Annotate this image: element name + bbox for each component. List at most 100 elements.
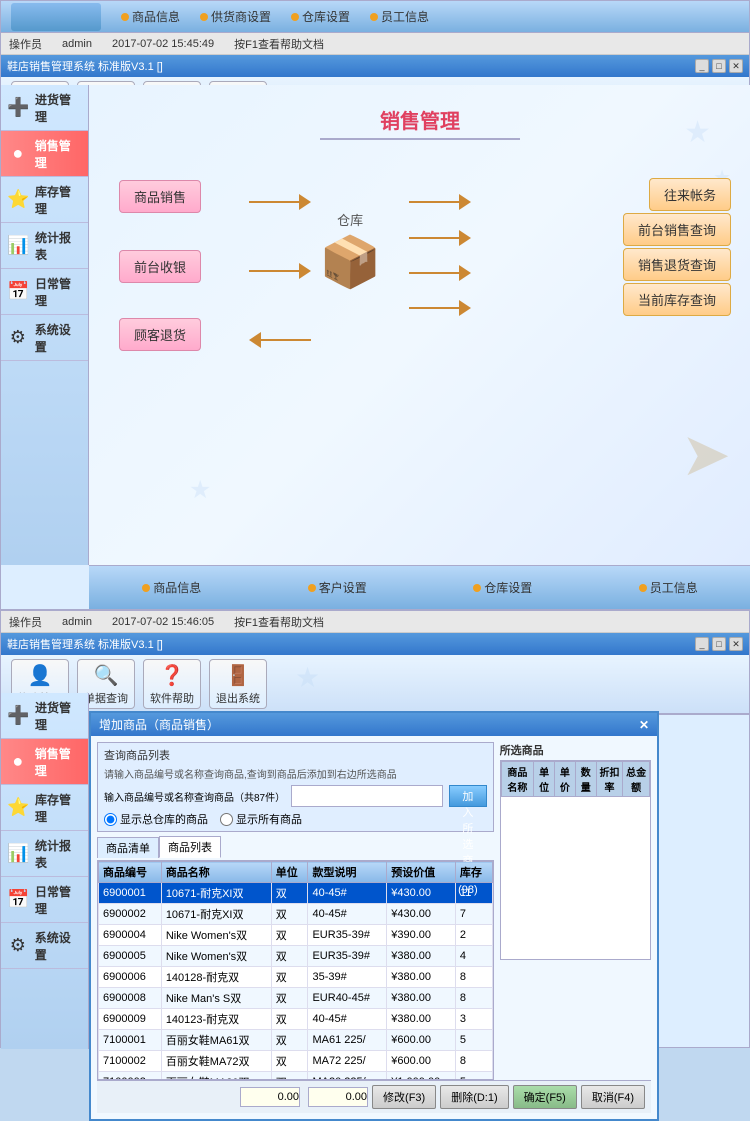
- radio-all-products[interactable]: 显示所有商品: [220, 811, 302, 827]
- maximize-btn2[interactable]: □: [712, 637, 726, 651]
- arrow-right5: [459, 230, 471, 246]
- star-icon: ⭐: [7, 189, 29, 210]
- table-row[interactable]: 690000210671-耐克XI双双40-45#¥430.007: [99, 904, 493, 925]
- status-bar2: 操作员 admin 2017-07-02 15:46:05 按F1查看帮助文档: [1, 611, 749, 633]
- star-deco4: ★: [295, 661, 320, 694]
- operator-label: 操作员: [9, 36, 42, 52]
- query-hint: 请输入商品编号或名称查询商品,查询到商品后添加到右边所选商品: [104, 766, 487, 781]
- sidebar-item-settings[interactable]: ⚙ 系统设置: [1, 315, 88, 361]
- minimize-btn1[interactable]: _: [695, 59, 709, 73]
- table-row[interactable]: 7100001百丽女鞋MA61双双MA61 225/¥600.005: [99, 1030, 493, 1051]
- arrow-right1: [299, 194, 311, 210]
- circle-icon: ●: [7, 143, 29, 164]
- table-row[interactable]: 6900005Nike Women's双双EUR35-39#¥380.004: [99, 946, 493, 967]
- product-table-container[interactable]: 商品编号 商品名称 单位 款型说明 预设价值 库存 690000110671-耐…: [97, 860, 494, 1080]
- left-panel: 查询商品列表 请输入商品编号或名称查询商品,查询到商品后添加到右边所选商品 输入…: [97, 742, 494, 1080]
- bottom-nav-warehouse[interactable]: 仓库设置: [473, 579, 532, 596]
- arrow1: [249, 194, 311, 210]
- table-row[interactable]: 7100002百丽女鞋MA72双双MA72 225/¥600.008: [99, 1051, 493, 1072]
- sidebar2-inventory[interactable]: ➕ 进货管理: [1, 693, 88, 739]
- sidebar2-sales[interactable]: ● 销售管理: [1, 739, 88, 785]
- add-icon2: ➕: [7, 705, 29, 726]
- sidebar2-report[interactable]: 📊 统计报表: [1, 831, 88, 877]
- return-box[interactable]: 顾客退货: [119, 318, 201, 351]
- warehouse-label: 仓库: [337, 210, 363, 229]
- tab-product-list[interactable]: 商品列表: [159, 836, 221, 858]
- window-controls1: _ □ ✕: [695, 59, 743, 73]
- window1: 商品信息 供货商设置 仓库设置 员工信息 操作员 admin 2017-07-0…: [0, 0, 750, 610]
- add-selected-btn[interactable]: 加入所选商品(98): [449, 785, 487, 807]
- table-row[interactable]: 6900006140128-耐克双双35-39#¥380.008: [99, 967, 493, 988]
- radio-row: 显示总仓库的商品 显示所有商品: [104, 811, 487, 827]
- arrow-right6: [459, 265, 471, 281]
- footer-input1[interactable]: 0.00: [240, 1087, 300, 1107]
- modal-close-btn[interactable]: ✕: [639, 718, 649, 732]
- radio2-input[interactable]: [220, 813, 233, 826]
- cancel-btn[interactable]: 取消(F4): [581, 1085, 645, 1109]
- sales-mgmt-title: 销售管理: [89, 105, 750, 134]
- delete-btn[interactable]: 删除(D:1): [440, 1085, 508, 1109]
- bottom-nav-product[interactable]: 商品信息: [142, 579, 201, 596]
- minimize-btn2[interactable]: _: [695, 637, 709, 651]
- sales-return-query-box[interactable]: 销售退货查询: [623, 248, 731, 281]
- close-btn1[interactable]: ✕: [729, 59, 743, 73]
- sidebar-item-inventory[interactable]: ➕ 进货管理: [1, 85, 88, 131]
- edit-btn[interactable]: 修改(F3): [372, 1085, 436, 1109]
- search-input[interactable]: [291, 785, 443, 807]
- sidebar-item-daily[interactable]: 📅 日常管理: [1, 269, 88, 315]
- arrow-right4: [459, 194, 471, 210]
- top-nav: 商品信息 供货商设置 仓库设置 员工信息: [1, 1, 749, 33]
- toolbar2: 👤 执班管理 🔍 单据查询 ❓ 软件帮助 🚪 退出系统 ★: [1, 655, 749, 715]
- gear-icon: ⚙: [7, 327, 29, 348]
- table-row[interactable]: 7100003百丽女鞋MA20双双MA20 225/¥1,000.005: [99, 1072, 493, 1081]
- search-label: 输入商品编号或名称查询商品（共87件）: [104, 789, 285, 804]
- exit-btn2[interactable]: 🚪 退出系统: [209, 659, 267, 709]
- query-section: 查询商品列表 请输入商品编号或名称查询商品,查询到商品后添加到右边所选商品 输入…: [97, 742, 494, 832]
- table-row[interactable]: 6900004Nike Women's双双EUR35-39#¥390.002: [99, 925, 493, 946]
- tab-inventory-list[interactable]: 商品清单: [97, 837, 159, 858]
- accounts-box[interactable]: 往来帐务: [649, 178, 731, 211]
- nav-item-warehouse[interactable]: 仓库设置: [291, 8, 350, 25]
- nav-item-product[interactable]: 商品信息: [121, 8, 180, 25]
- bg-star1: ★: [684, 115, 711, 150]
- sidebar1: ➕ 进货管理 ● 销售管理 ⭐ 库存管理 📊 统计报表 📅 日常管理 ⚙ 系统设…: [1, 85, 89, 565]
- th-type: 款型说明: [308, 862, 387, 883]
- sidebar-item-sales[interactable]: ● 销售管理: [1, 131, 88, 177]
- confirm-btn[interactable]: 确定(F5): [513, 1085, 577, 1109]
- product-table-body: 690000110671-耐克XI双双40-45#¥430.0011690000…: [99, 883, 493, 1081]
- sidebar2-daily[interactable]: 📅 日常管理: [1, 877, 88, 923]
- modal-title-text: 增加商品（商品销售）: [99, 716, 219, 733]
- window-title2: 鞋店销售管理系统 标准版V3.1 []: [7, 636, 163, 652]
- radio1-input[interactable]: [104, 813, 117, 826]
- radio-total-warehouse[interactable]: 显示总仓库的商品: [104, 811, 208, 827]
- bottom-nav1: 商品信息 客户设置 仓库设置 员工信息: [89, 565, 750, 609]
- table-row[interactable]: 690000110671-耐克XI双双40-45#¥430.0011: [99, 883, 493, 904]
- sidebar2-stock[interactable]: ⭐ 库存管理: [1, 785, 88, 831]
- right-header-row: 商品名称 单位 单价 数量 折扣率 总金额: [501, 762, 649, 797]
- product-sales-box[interactable]: 商品销售: [119, 180, 201, 213]
- pos-query-box[interactable]: 前台销售查询: [623, 213, 731, 246]
- footer-input2[interactable]: 0.00: [308, 1087, 368, 1107]
- bottom-nav-staff[interactable]: 员工信息: [639, 579, 698, 596]
- arrow5: [409, 230, 471, 246]
- maximize-btn1[interactable]: □: [712, 59, 726, 73]
- th-price: 预设价值: [387, 862, 456, 883]
- close-btn2[interactable]: ✕: [729, 637, 743, 651]
- arrow3: [249, 332, 311, 348]
- table-row[interactable]: 6900009140123-耐克双双40-45#¥380.003: [99, 1009, 493, 1030]
- product-table: 商品编号 商品名称 单位 款型说明 预设价值 库存 690000110671-耐…: [98, 861, 493, 1080]
- nav-item-staff[interactable]: 员工信息: [370, 8, 429, 25]
- help-btn2[interactable]: ❓ 软件帮助: [143, 659, 201, 709]
- nav-item-supplier[interactable]: 供货商设置: [200, 8, 271, 25]
- sidebar2: ➕ 进货管理 ● 销售管理 ⭐ 库存管理 📊 统计报表 📅 日常管理 ⚙ 系统设…: [1, 693, 89, 1049]
- stock-query-box[interactable]: 当前库存查询: [623, 283, 731, 316]
- table-row[interactable]: 6900008Nike Man's S双双EUR40-45#¥380.008: [99, 988, 493, 1009]
- chart-icon: 📊: [7, 235, 29, 256]
- sidebar-item-stock[interactable]: ⭐ 库存管理: [1, 177, 88, 223]
- nav-dot3: [291, 13, 299, 21]
- bottom-nav-customer[interactable]: 客户设置: [308, 579, 367, 596]
- sidebar2-settings[interactable]: ⚙ 系统设置: [1, 923, 88, 969]
- operator-value: admin: [62, 38, 92, 50]
- cashier-box[interactable]: 前台收银: [119, 250, 201, 283]
- sidebar-item-report[interactable]: 📊 统计报表: [1, 223, 88, 269]
